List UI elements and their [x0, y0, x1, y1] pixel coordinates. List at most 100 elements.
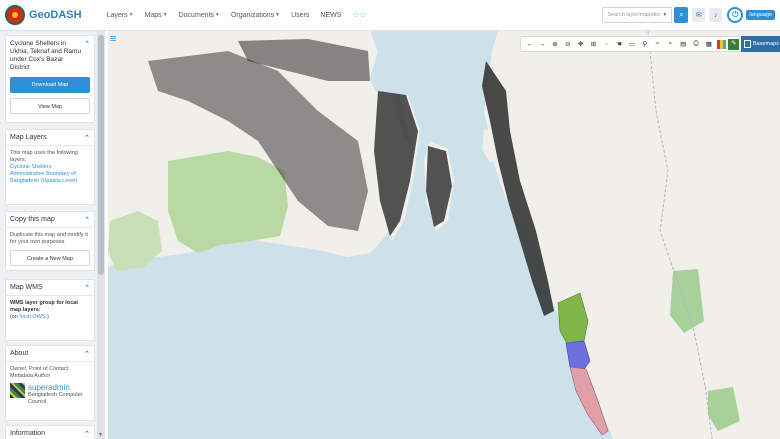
map-title-row: Cyclone Shelters in Ukhia, Teknaf and Ra…	[6, 36, 94, 72]
download-map-button[interactable]: Download Map	[10, 77, 90, 93]
layer-link[interactable]: Cyclone Shelters	[10, 164, 90, 171]
panel-title: Information	[10, 430, 46, 437]
main-nav: Layers ▼ Maps ▼ Documents ▼ Organizations ▼ …	[107, 10, 377, 21]
nav-right: Search layer/map/doc ▼ ⌕ ✉ ♪ ⏻ language	[602, 7, 775, 23]
ruler-icon[interactable]: ▭	[627, 40, 637, 48]
panel-body: WMS layer group for local map layers: (o…	[6, 296, 94, 325]
location-pin-icon[interactable]: ⚲	[640, 40, 650, 48]
map-info-panel: Cyclone Shelters in Ukhia, Teknaf and Ra…	[5, 35, 95, 123]
scrollbar-thumb[interactable]	[98, 35, 104, 275]
zoom-in-icon[interactable]: ⊕	[550, 40, 560, 48]
avatar[interactable]	[10, 383, 25, 398]
map-actions: Download Map View Map	[6, 77, 94, 114]
map-wms-panel: Map WMS ⌃ WMS layer group for local map l…	[5, 279, 95, 341]
forest-west	[108, 211, 162, 271]
circle-icon[interactable]: ○	[601, 41, 611, 48]
nav-label: NEWS	[320, 11, 342, 19]
search-icon[interactable]: ⌕	[665, 40, 675, 48]
nav-label: Layers	[106, 11, 128, 19]
wms-link-row: (on local OWS )	[10, 314, 90, 321]
nav-news[interactable]: NEWS	[320, 10, 341, 21]
forward-icon[interactable]: →	[537, 41, 547, 48]
layer-link[interactable]: Administrative Boundary of Bangladesh (U…	[10, 171, 90, 185]
layers-icon[interactable]: ▤	[678, 40, 688, 48]
nav-organizations[interactable]: Organizations ▼	[231, 10, 280, 21]
owner-row: superadmin Bangladesh Computer Council	[10, 383, 90, 406]
chevron-up-icon[interactable]: ⌃	[84, 350, 90, 358]
panel-body: Duplicate this map and modify it for you…	[6, 228, 94, 270]
chevron-up-icon[interactable]: ⌃	[84, 134, 90, 142]
menu-icon[interactable]: ≡	[110, 34, 120, 45]
panel-title: Map Layers	[10, 134, 47, 141]
edit-icon[interactable]: ✎	[728, 38, 740, 50]
copy-description: Duplicate this map and modify it for you…	[10, 232, 88, 245]
chevron-up-icon[interactable]: ⌃	[84, 430, 90, 438]
panel-body: Owner, Point of Contact, Metadata Author…	[6, 362, 94, 410]
power-icon[interactable]: ⏻	[727, 7, 744, 23]
hand-icon[interactable]: ☚	[614, 40, 624, 48]
panel-header[interactable]: Map WMS ⌃	[6, 280, 94, 296]
brand[interactable]: GeoDASH	[5, 5, 82, 25]
panel-body: This map uses the following layers: Cycl…	[6, 146, 94, 189]
panel-header[interactable]: About ⌃	[6, 346, 94, 362]
view-map-button[interactable]: View Map	[10, 98, 90, 114]
nav-label: Documents	[178, 11, 215, 19]
nav-layers[interactable]: Layers ▼	[107, 10, 134, 21]
nav-maps[interactable]: Maps ▼	[145, 10, 168, 21]
about-roles: Owner, Point of Contact, Metadata Author	[10, 366, 70, 379]
pan-icon[interactable]: ✥	[576, 40, 586, 48]
search-button[interactable]: ⌕	[674, 7, 689, 23]
information-panel: Information ⌃	[5, 425, 95, 439]
panel-header[interactable]: Information ⌃	[6, 426, 94, 439]
basemap-icon	[744, 40, 751, 48]
local-ows-link[interactable]: local OWS	[19, 314, 45, 320]
wms-description: WMS layer group for local map layers:	[10, 300, 78, 313]
nav-label: Organizations	[230, 11, 275, 19]
panel-header[interactable]: Copy this map ⌃	[6, 212, 94, 228]
panel-title: About	[10, 350, 29, 357]
owner-name-link[interactable]: superadmin	[28, 383, 83, 392]
zoom-box-icon[interactable]: ⊞	[588, 40, 598, 48]
caret-down-icon: ▼	[128, 12, 134, 18]
brand-name: GeoDASH	[29, 9, 82, 21]
panel-title: Map WMS	[10, 284, 43, 291]
map-layers-panel: Map Layers ⌃ This map uses the following …	[5, 129, 95, 205]
zoom-out-icon[interactable]: ⊖	[563, 40, 573, 48]
basemaps-label: Basemaps	[753, 41, 779, 47]
basemaps-button[interactable]: Basemaps	[741, 36, 780, 52]
about-panel: About ⌃ Owner, Point of Contact, Metadata…	[5, 345, 95, 421]
search-icon[interactable]: ⌕	[653, 40, 663, 48]
map-title: Cyclone Shelters in Ukhia, Teknaf and Ra…	[10, 40, 82, 71]
language-button[interactable]: language	[746, 10, 775, 20]
map-canvas[interactable]: ≡ ← → ⊕ ⊖ ✥ ⊞ ○ ☚ ▭ ⚲ ⌕ ⌕ ▤ ⎙ ▦ ✎ Basema…	[108, 31, 780, 439]
palette-icon[interactable]	[716, 39, 726, 49]
chevron-up-icon[interactable]: ⌃	[84, 216, 90, 224]
apps-grid-icon[interactable]: ⁘⁘	[352, 10, 366, 21]
nav-label: Users	[291, 11, 310, 19]
search-input[interactable]: Search layer/map/doc ▼	[602, 7, 673, 23]
nav-documents[interactable]: Documents ▼	[179, 10, 220, 21]
print-icon[interactable]: ⎙	[691, 40, 701, 48]
panel-header[interactable]: Map Layers ⌃	[6, 130, 94, 146]
caret-down-icon: ▼	[215, 12, 220, 18]
chevron-up-icon[interactable]: ⌃	[84, 40, 90, 72]
sidebar-scrollbar[interactable]: ▼	[97, 31, 105, 439]
caret-down-icon: ▼	[162, 12, 168, 18]
mail-icon[interactable]: ✉	[692, 8, 706, 22]
bell-icon[interactable]: ♪	[709, 8, 723, 22]
panel-title: Copy this map	[10, 216, 55, 223]
logo-icon	[5, 5, 25, 25]
nav-label: Maps	[144, 11, 162, 19]
scroll-down-icon[interactable]: ▼	[98, 432, 103, 438]
nav-users[interactable]: Users	[291, 10, 309, 21]
back-icon[interactable]: ←	[524, 41, 534, 48]
copy-map-panel: Copy this map ⌃ Duplicate this map and mo…	[5, 211, 95, 271]
create-new-map-button[interactable]: Create a New Map	[10, 250, 90, 266]
chevron-up-icon[interactable]: ⌃	[84, 284, 90, 292]
table-icon[interactable]: ▦	[704, 40, 714, 48]
wms-link-suffix: )	[45, 314, 49, 320]
owner-details: superadmin Bangladesh Computer Council	[28, 383, 83, 406]
map-toolbar: ← → ⊕ ⊖ ✥ ⊞ ○ ☚ ▭ ⚲ ⌕ ⌕ ▤ ⎙ ▦ ✎	[520, 36, 744, 52]
top-navbar: GeoDASH Layers ▼ Maps ▼ Documents ▼ Organiz…	[0, 0, 780, 31]
sidebar: Cyclone Shelters in Ukhia, Teknaf and Ra…	[0, 31, 105, 439]
